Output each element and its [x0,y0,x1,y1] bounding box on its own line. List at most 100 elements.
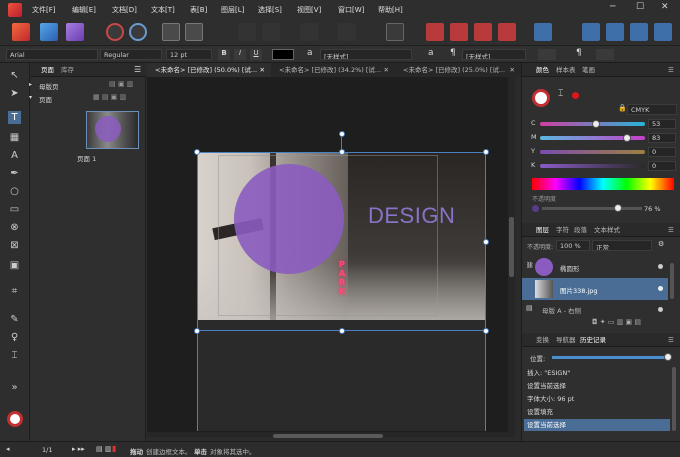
arrange-icon[interactable] [300,23,318,41]
crop-tool-icon[interactable]: ⌗ [8,285,21,298]
cyan-slider[interactable] [540,120,645,128]
anchor-icon[interactable] [262,23,280,41]
artistic-text-tool-icon[interactable]: A [8,149,21,162]
close-tab-icon[interactable]: ✕ [384,63,389,77]
menu-view[interactable]: 视图[V] [297,5,321,15]
yellow-slider[interactable] [540,150,645,154]
layer-action-icons[interactable]: ◘ ✦ ▭ ▥ ▣ ▤ [592,318,641,326]
menu-table[interactable]: 表[B] [190,5,207,15]
picture-frame-tool-icon[interactable]: ⊠ [8,239,21,252]
underline-button[interactable]: U [250,49,262,60]
more-tools-icon[interactable]: » [8,381,21,394]
lock-icon[interactable]: 🔒 [618,104,627,112]
tab-library[interactable]: 库存 [61,63,74,77]
blend-mode-select[interactable]: 正常 [592,240,652,251]
expand-pages-icon[interactable]: ▾ [29,94,32,101]
black-slider[interactable] [540,164,645,168]
panel-menu-icon[interactable]: ☰ [668,63,674,77]
text-flow-icon[interactable] [534,23,552,41]
designer-persona-icon[interactable] [40,23,58,41]
cyan-value[interactable]: 53 [648,119,676,129]
layer-row-master[interactable]: ▤ 母版 A - 右侧 [522,302,668,316]
node-tool-icon[interactable]: ➤ [8,87,21,100]
panel-menu-icon[interactable]: ☰ [668,333,674,347]
close-tab-icon[interactable]: ✕ [260,63,265,77]
menu-select[interactable]: 选择[S] [258,5,282,15]
history-position-slider[interactable] [552,353,672,361]
tab-navigator[interactable]: 导航器 [556,333,576,347]
pages-label[interactable]: 页面 [39,94,52,104]
paragraph-style-select[interactable]: [无样式] [462,49,526,60]
fill-stroke-swatch-icon[interactable] [7,411,23,427]
vertical-scrollbar[interactable] [508,77,515,432]
page-thumbnail[interactable] [86,111,139,149]
tab-layers[interactable]: 图层 [536,223,549,237]
current-color-dot[interactable] [572,92,579,99]
history-item-selected[interactable]: 设置当前选择 [524,419,670,431]
settings-icon[interactable] [106,23,124,41]
horizontal-scroll-thumb[interactable] [273,434,383,438]
tab-color[interactable]: 颜色 [536,63,549,77]
status-page-icons[interactable]: ▤ ▥ [96,445,111,453]
layer-name[interactable]: 母版 A - 右侧 [542,305,581,315]
minimize-icon[interactable]: ─ [610,2,615,12]
opacity-value[interactable]: 76 % [644,205,661,213]
photo-persona-icon[interactable] [66,23,84,41]
rotation-handle[interactable] [339,131,345,137]
selection-handle[interactable] [483,239,489,245]
history-item[interactable]: 插入: "ESIGN" [524,367,670,379]
opacity-slider-knob[interactable] [614,204,622,212]
rotate-left-icon[interactable] [630,23,648,41]
menu-document[interactable]: 文档[D] [112,5,137,15]
boolean-subtract-icon[interactable] [450,23,468,41]
boolean-add-icon[interactable] [426,23,444,41]
move-tool-icon[interactable]: ↖ [8,69,21,82]
color-mode-select[interactable]: CMYK [627,104,677,115]
doc-tab-1[interactable]: <未命名> [已修改] (50.0%) [试... ✕ [147,63,271,77]
tab-swatches[interactable]: 样本表 [556,63,576,77]
bold-button[interactable]: B [218,49,230,60]
vertical-scroll-thumb[interactable] [509,217,514,277]
layer-opacity-select[interactable]: 100 % [556,240,590,251]
tab-transform[interactable]: 变换 [536,333,549,347]
layer-name[interactable]: 图片338.jpg [560,285,598,295]
rotate-right-icon[interactable] [654,23,672,41]
menu-file[interactable]: 文件[F] [32,5,56,15]
fill-tool-icon[interactable]: ✎ [8,313,21,326]
font-family-select[interactable]: Arial [6,49,98,60]
text-more-icon[interactable] [596,49,614,60]
visibility-dot-icon[interactable] [658,307,663,312]
layer-row-ellipse[interactable]: ⛓ 椭圆形 [522,256,680,278]
preferences-gear-icon[interactable] [129,23,147,41]
ellipse-frame-tool-icon[interactable]: ⊗ [8,221,21,234]
menu-window[interactable]: 窗口[W] [338,5,364,15]
master-pages-label[interactable]: 母版页 [39,81,59,91]
doc-tab-2[interactable]: <未命名> [已修改] (34.2%) [试... ✕ [271,63,395,77]
menu-layer[interactable]: 图层[L] [221,5,244,15]
tab-history[interactable]: 历史记录 [580,333,606,347]
history-item[interactable]: 设置填充 [524,406,670,418]
rectangle-tool-icon[interactable]: ▭ [8,203,21,216]
font-style-select[interactable]: Regular [100,49,162,60]
pin-icon[interactable] [238,23,256,41]
black-value[interactable]: 0 [648,161,676,171]
selection-handle[interactable] [194,149,200,155]
place-image-tool-icon[interactable]: ▣ [8,259,21,272]
opacity-slider[interactable] [542,204,642,212]
menu-edit[interactable]: 编辑[E] [72,5,96,15]
selection-handle[interactable] [339,328,345,334]
transparency-tool-icon[interactable]: ♀ [8,331,21,344]
magenta-slider[interactable] [540,134,645,142]
page-prev-icon[interactable]: ◂ [6,445,10,453]
layer-settings-icon[interactable]: ⚙ [658,240,664,248]
doc-tab-3[interactable]: <未命名> [已修改] (25.0%) [试... ✕ [395,63,521,77]
publisher-persona-icon[interactable] [12,23,30,41]
cyan-slider-knob[interactable] [591,120,600,128]
visibility-dot-icon[interactable] [658,264,663,269]
ellipse-tool-icon[interactable]: ○ [8,185,21,198]
italic-button[interactable]: I [234,49,246,60]
flip-horizontal-icon[interactable] [582,23,600,41]
selection-handle[interactable] [483,328,489,334]
text-pilcrow-icon[interactable]: ¶ [576,48,582,58]
magenta-value[interactable]: 83 [648,133,676,143]
